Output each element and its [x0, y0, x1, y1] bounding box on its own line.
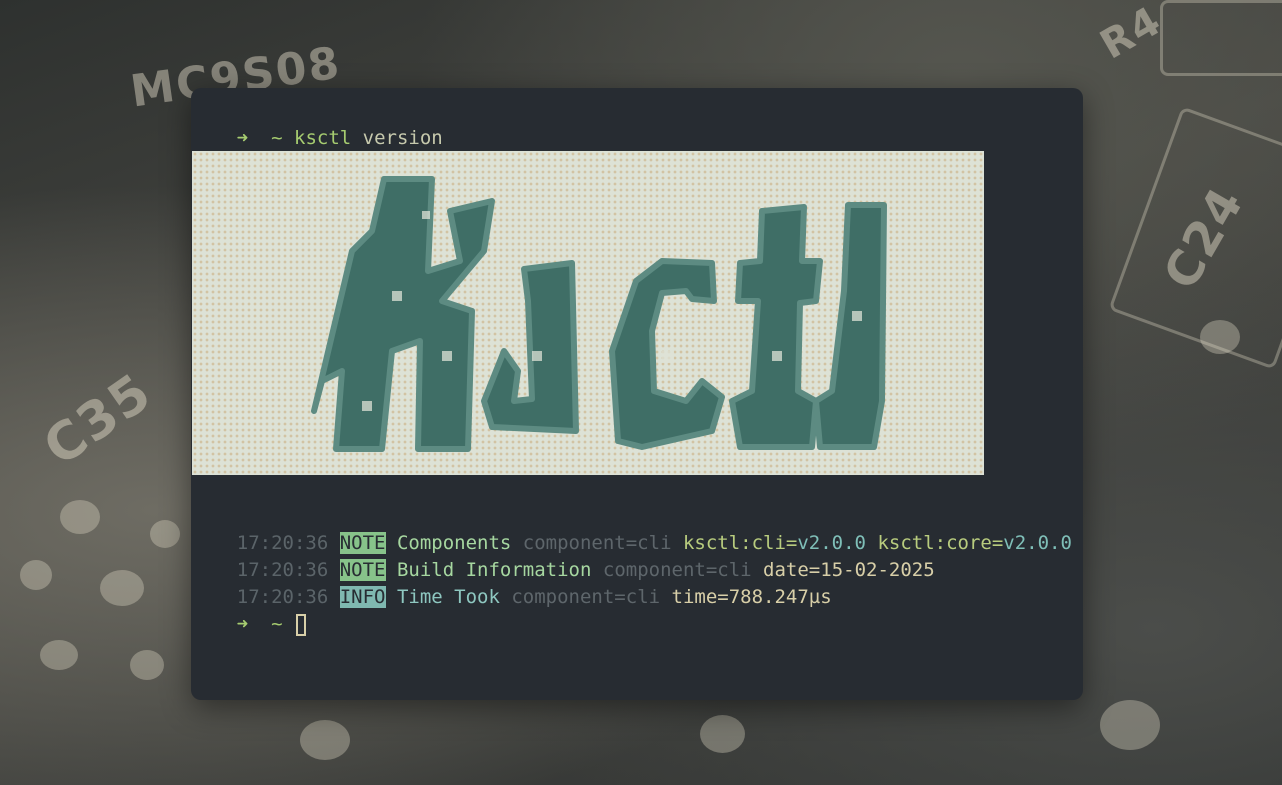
command-line: ➜ ~ ksctl version [191, 98, 443, 149]
wallpaper-chip-label: R4 [1092, 0, 1170, 69]
wallpaper-pad [60, 500, 100, 534]
wallpaper-pad [300, 720, 350, 760]
wallpaper-pad [150, 520, 180, 548]
prompt-directory: ~ [271, 613, 283, 635]
terminal-window[interactable]: ➜ ~ ksctl version 17:20:36 NOTE Componen… [191, 88, 1083, 700]
log-line: 17:20:36 NOTE Build Information componen… [191, 530, 935, 581]
log-line: 17:20:36 NOTE Components component=cli k… [191, 503, 1072, 554]
log-field-value: 788.247µs [728, 586, 832, 608]
wallpaper-trace [1108, 106, 1282, 370]
wallpaper-pad [1200, 320, 1240, 354]
wallpaper-chip-label: C35 [33, 362, 164, 478]
command-argument: version [362, 127, 443, 149]
log-message: Time Took [396, 586, 500, 608]
ksctl-logo-image [311, 176, 887, 452]
prompt-line[interactable]: ➜ ~ [191, 584, 307, 636]
log-level-badge: INFO [339, 586, 386, 608]
log-component: component=cli [511, 586, 661, 608]
wallpaper-pad [700, 715, 745, 753]
wallpaper-pad [40, 640, 78, 670]
wallpaper-pad [20, 560, 52, 590]
log-line: 17:20:36 INFO Time Took component=cli ti… [191, 557, 832, 608]
wallpaper-pad [1100, 700, 1160, 750]
wallpaper-pad [100, 570, 144, 606]
log-field-value: 15-02-2025 [820, 559, 935, 581]
ksctl-logo-banner [192, 151, 984, 475]
prompt-arrow-icon: ➜ [236, 613, 249, 635]
command-name: ksctl [294, 127, 352, 149]
prompt-directory: ~ [271, 127, 283, 149]
wallpaper-pad [130, 650, 164, 680]
text-cursor[interactable] [296, 613, 307, 636]
log-field-value: v2.0.0 [1003, 532, 1072, 554]
wallpaper-trace [1160, 0, 1282, 76]
log-field-key: time= [671, 586, 729, 608]
prompt-arrow-icon: ➜ [236, 127, 249, 149]
